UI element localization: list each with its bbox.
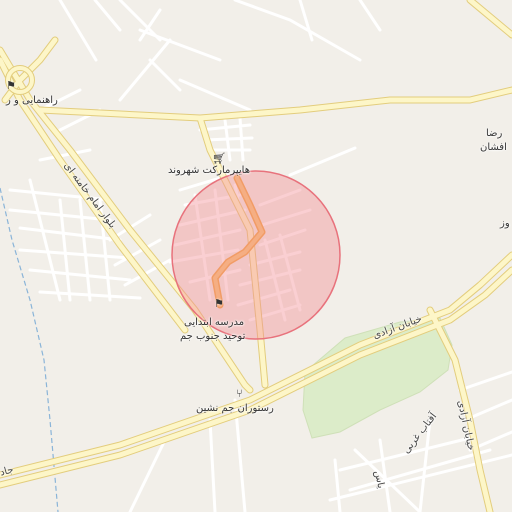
school-label-line2[interactable]: توحید جنوب جم [180, 330, 245, 343]
school-label-line1[interactable]: مدرسه ابتدایی [184, 316, 244, 329]
shopping-cart-icon[interactable]: 🛒︎ [212, 153, 226, 164]
school-icon[interactable]: ⚑ [214, 298, 224, 309]
navigation-label[interactable]: راهنمایی و ر [6, 95, 58, 106]
search-radius-circle [171, 170, 341, 340]
map-view[interactable]: 🛒︎ ⚑ ⚑ ⑂ هایپرمارکت شهروند راهنمایی و ر … [0, 0, 512, 512]
reza-label-line2: افشان [480, 142, 507, 153]
restaurant-label[interactable]: رستوران جم نشین [196, 402, 274, 415]
reza-label-line1: رضا [486, 128, 503, 139]
police-icon[interactable]: ⚑ [6, 80, 16, 91]
map-canvas[interactable] [0, 0, 512, 512]
edge-label-mouz: وز [500, 218, 510, 229]
restaurant-icon[interactable]: ⑂ [236, 388, 243, 399]
hypermarket-label[interactable]: هایپرمارکت شهروند [168, 164, 250, 177]
